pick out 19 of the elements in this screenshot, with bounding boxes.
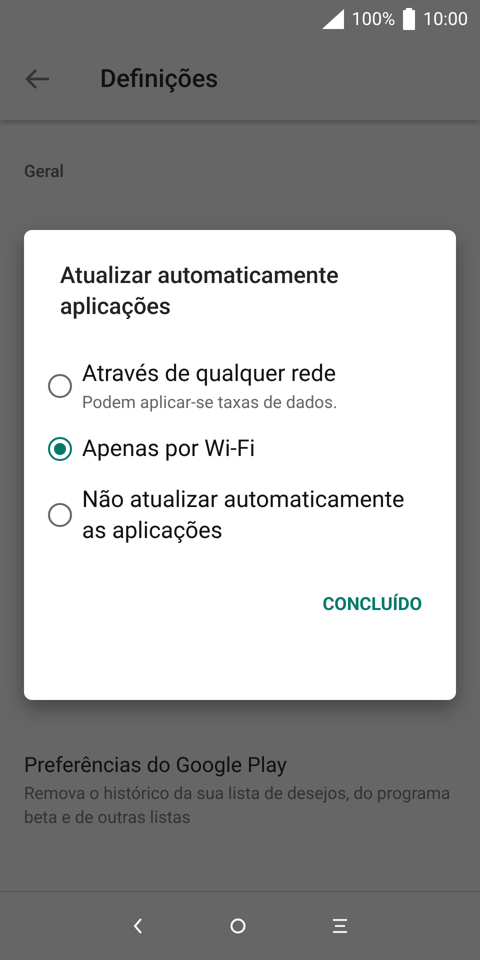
radio-button[interactable] [48,436,72,460]
battery-icon [403,8,416,30]
battery-percentage: 100% [352,8,396,30]
option-label[interactable]: Não atualizar automaticamente as aplicações [82,484,420,546]
signal-icon [322,9,344,29]
menu-nav-icon[interactable] [332,919,347,933]
section-header: Geral [24,162,64,182]
done-button[interactable]: CONCLUÍDO [322,588,422,621]
option-label[interactable]: Apenas por Wi-Fi [82,433,256,464]
back-nav-icon[interactable] [133,918,144,934]
dialog-title: Atualizar automaticamente aplicações [60,261,340,322]
home-nav-icon[interactable] [230,918,246,934]
radio-button[interactable] [48,374,72,398]
screen-title: Definições [100,64,218,94]
radio-button[interactable] [48,503,72,527]
option-hint: Podem aplicar-se taxas de dados. [82,393,338,413]
clock-time: 10:00 [423,8,468,30]
preference-title: Preferências do Google Play [24,754,288,778]
option-label[interactable]: Através de qualquer rede [82,358,338,389]
